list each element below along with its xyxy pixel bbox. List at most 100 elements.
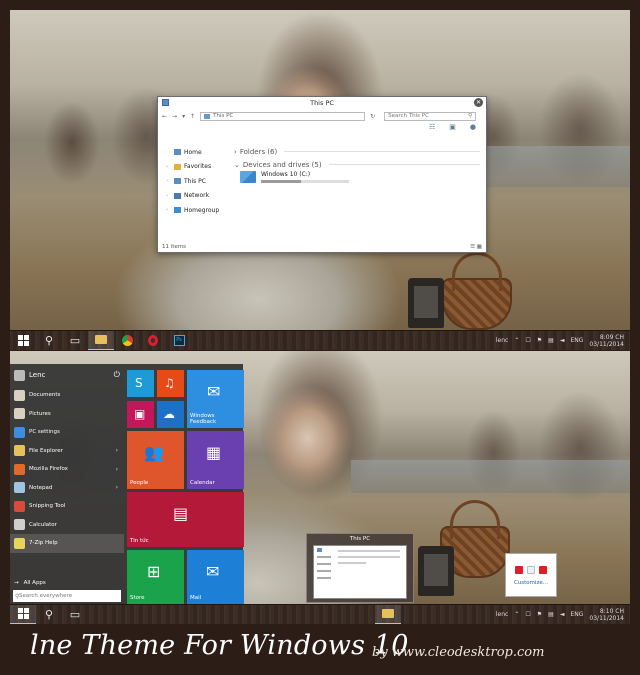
volume-icon[interactable]: ◄ xyxy=(560,611,565,618)
clock[interactable]: 8:09 CH 03/11/2014 xyxy=(589,334,624,348)
chevron-right-icon[interactable]: › xyxy=(166,193,171,199)
up-arrow-icon[interactable]: ↑ xyxy=(190,113,195,120)
close-icon[interactable]: ✕ xyxy=(474,98,483,107)
photoshop-icon[interactable]: Ps xyxy=(166,331,192,351)
start-item[interactable]: PC settings xyxy=(10,423,124,442)
file-explorer-icon[interactable] xyxy=(375,604,401,624)
power-icon[interactable]: ⏻ xyxy=(114,370,120,380)
forward-arrow-icon[interactable]: → xyxy=(172,113,177,120)
chevron-right-icon[interactable]: › xyxy=(116,466,118,473)
start-item-label: Pictures xyxy=(29,410,51,417)
taskbar-thumbnail-preview[interactable]: This PC xyxy=(306,533,414,603)
start-button[interactable] xyxy=(10,331,36,351)
flag-icon[interactable]: ⚑ xyxy=(537,337,542,344)
tile-calendar[interactable]: ▦ Calendar xyxy=(187,431,244,489)
show-hidden-icon[interactable]: ⌃ xyxy=(514,337,519,344)
tile-music[interactable]: ♫ xyxy=(157,370,184,397)
start-user[interactable]: Lenc ⏻ xyxy=(10,364,124,386)
start-item[interactable]: Documents xyxy=(10,386,124,405)
tile-onedrive[interactable]: ☁ xyxy=(157,401,184,428)
nav-item-this-pc[interactable]: › This PC xyxy=(166,174,236,189)
file-explorer-icon[interactable] xyxy=(88,330,114,350)
view-options-icon[interactable]: ☷ xyxy=(429,123,435,133)
group-label: Devices and drives (5) xyxy=(242,160,322,169)
chrome-icon[interactable] xyxy=(114,331,140,351)
chevron-right-icon[interactable]: › xyxy=(116,484,118,491)
app-icon xyxy=(14,463,25,475)
start-item[interactable]: Snipping Tool xyxy=(10,497,124,516)
task-view-icon[interactable]: ▭ xyxy=(62,331,88,351)
start-item[interactable]: Notepad › xyxy=(10,479,124,498)
refresh-icon[interactable]: ↻ xyxy=(370,113,375,120)
volume-icon[interactable]: ◄ xyxy=(560,337,565,344)
tile-windows-feedback[interactable]: ✉ Windows Feedback xyxy=(187,370,244,428)
customize-link[interactable]: Customize... xyxy=(506,580,556,586)
explorer-titlebar[interactable]: This PC ✕ xyxy=(158,97,486,109)
preview-pane-icon[interactable]: ▣ xyxy=(449,123,456,133)
clock[interactable]: 8:10 CH 03/11/2014 xyxy=(589,608,624,622)
explorer-window[interactable]: This PC ✕ ← → ▾ ↑ This PC ↻ Search This … xyxy=(157,96,487,253)
tile-label: Calendar xyxy=(190,480,215,486)
drive-item[interactable]: Windows 10 (C:) xyxy=(240,171,480,183)
chevron-right-icon[interactable]: › xyxy=(166,178,171,184)
clock-date: 03/11/2014 xyxy=(589,614,624,622)
chevron-down-icon[interactable]: ▾ xyxy=(182,113,185,120)
start-item[interactable]: Pictures xyxy=(10,405,124,424)
flag-icon[interactable]: ⚑ xyxy=(537,611,542,618)
show-hidden-icon[interactable]: ⌃ xyxy=(514,611,519,618)
back-arrow-icon[interactable]: ← xyxy=(162,113,167,120)
opera-icon[interactable] xyxy=(140,331,166,351)
chevron-right-icon[interactable]: › xyxy=(166,207,171,213)
start-item-label: Mozilla Firefox xyxy=(29,466,68,473)
tray-lang[interactable]: ENG xyxy=(570,337,583,344)
group-header-folders[interactable]: › Folders (6) xyxy=(234,145,480,158)
tile-skype[interactable]: S xyxy=(127,370,154,397)
action-center-icon[interactable]: ☐ xyxy=(525,337,530,344)
start-item[interactable]: 7-Zip Help xyxy=(10,534,124,553)
start-button[interactable] xyxy=(10,604,36,624)
search-box[interactable]: Search This PC ⚲ xyxy=(384,111,477,121)
clock-time: 8:10 CH xyxy=(599,607,624,615)
nav-item-homegroup[interactable]: › Homegroup xyxy=(166,203,236,218)
help-icon[interactable]: ● xyxy=(470,123,476,133)
start-item[interactable]: Calculator xyxy=(10,516,124,535)
address-bar[interactable]: This PC xyxy=(200,111,366,121)
view-toggle-icons[interactable]: ☰ ▦ xyxy=(470,244,482,250)
start-item[interactable]: File Explorer › xyxy=(10,442,124,461)
task-view-icon[interactable]: ▭ xyxy=(62,605,88,625)
action-center-icon[interactable]: ☐ xyxy=(525,611,530,618)
tile-store[interactable]: ⊞ Store xyxy=(127,550,184,604)
group-header-devices[interactable]: ⌄ Devices and drives (5) xyxy=(234,158,480,171)
nav-item-label: This PC xyxy=(184,177,206,185)
start-search-input[interactable]: Search everywhere xyxy=(13,590,121,602)
youtube-tray-icon[interactable] xyxy=(539,566,547,574)
tray-user[interactable]: lenc xyxy=(496,337,508,344)
chevron-right-icon[interactable]: › xyxy=(116,447,118,454)
start-user-name: Lenc xyxy=(29,371,46,379)
tray-lang[interactable]: ENG xyxy=(570,611,583,618)
caption-byline: by www.cleodesktrop.com xyxy=(372,645,545,660)
app-tray-icon[interactable] xyxy=(527,566,535,574)
tray-user[interactable]: lenc xyxy=(496,611,508,618)
network-tray-icon[interactable]: ▤ xyxy=(548,337,554,344)
nav-item-home[interactable]: Home xyxy=(166,145,236,160)
all-apps-button[interactable]: → All Apps xyxy=(10,577,124,588)
tile-mail[interactable]: ✉ Mail xyxy=(187,550,244,604)
start-item[interactable]: Mozilla Firefox › xyxy=(10,460,124,479)
nav-item-network[interactable]: › Network xyxy=(166,189,236,204)
search-icon[interactable]: ⚲ xyxy=(36,605,62,625)
chevron-right-icon[interactable]: › xyxy=(166,164,171,170)
opera-tray-icon[interactable] xyxy=(515,566,523,574)
tile-people[interactable]: 👥 People xyxy=(127,431,184,489)
homegroup-icon xyxy=(174,207,181,214)
clock-date: 03/11/2014 xyxy=(589,340,624,348)
caption-title: lne Theme For Windows 10 xyxy=(30,630,409,661)
tile-news[interactable]: ▤ Tin tức xyxy=(127,492,244,547)
tray-overflow-popup: Customize... xyxy=(505,553,557,597)
search-icon[interactable]: ⚲ xyxy=(36,331,62,351)
nav-item-favorites[interactable]: › Favorites xyxy=(166,160,236,175)
system-tray: lenc ⌃ ☐ ⚑ ▤ ◄ ENG 8:09 CH 03/11/2014 xyxy=(496,331,630,351)
tile-video[interactable]: ▣ xyxy=(127,401,154,428)
network-tray-icon[interactable]: ▤ xyxy=(548,611,554,618)
arrow-right-icon: → xyxy=(14,579,19,586)
